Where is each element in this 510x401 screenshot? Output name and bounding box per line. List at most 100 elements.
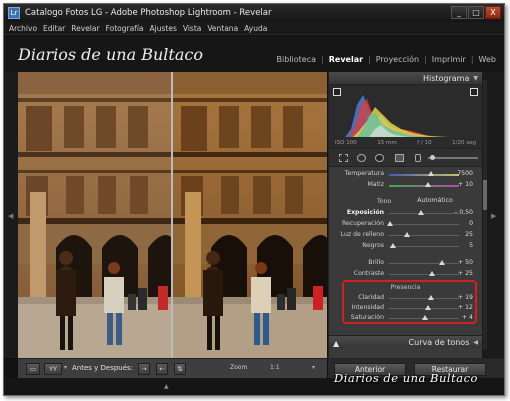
left-panel-collapsed[interactable]: ◀: [4, 72, 18, 358]
brightness-value[interactable]: + 50: [458, 259, 473, 266]
histogram: ISO 100 15 mm f / 10 1/20 seg: [329, 85, 482, 149]
identity-bar: Diarios de una Bultaco Biblioteca | Reve…: [4, 36, 504, 72]
tint-value[interactable]: + 10: [458, 181, 473, 188]
clarity-slider[interactable]: [389, 298, 459, 299]
fill-light-value[interactable]: 25: [465, 231, 473, 238]
maximize-button[interactable]: □: [468, 6, 484, 19]
temperature-row[interactable]: Temperatura 7500: [329, 169, 482, 180]
temperature-slider[interactable]: [389, 174, 459, 176]
exposure-row[interactable]: Exposición – 0,50: [329, 208, 482, 219]
auto-tone-button[interactable]: Automático: [407, 196, 463, 206]
fill-light-row[interactable]: Luz de relleno 25: [329, 230, 482, 241]
exposure-value[interactable]: – 0,50: [454, 209, 473, 216]
menu-archivo[interactable]: Archivo: [9, 24, 37, 33]
vibrance-value[interactable]: + 12: [458, 304, 473, 311]
brightness-row[interactable]: Brillo + 50: [329, 258, 482, 269]
title-bar: Lr Catalogo Fotos LG - Adobe Photoshop L…: [4, 4, 504, 22]
photo-before[interactable]: [18, 72, 171, 358]
copy-before-to-after-icon[interactable]: ⇢: [138, 363, 150, 375]
expand-left-arrow-icon[interactable]: ◀: [8, 212, 13, 220]
brush-icon[interactable]: [415, 154, 421, 162]
collapse-triangle-icon[interactable]: ▼: [473, 75, 478, 82]
module-revelar[interactable]: Revelar: [329, 55, 363, 64]
histogram-header[interactable]: Histograma ▼: [329, 72, 482, 85]
exposure-knob[interactable]: [418, 210, 425, 215]
contrast-slider[interactable]: [389, 274, 459, 275]
close-button[interactable]: X: [485, 6, 501, 19]
crop-tool-icon[interactable]: [339, 154, 348, 162]
saturation-row[interactable]: Saturación + 4: [329, 313, 482, 324]
fill-light-knob[interactable]: [403, 232, 410, 237]
recovery-row[interactable]: Recuperación 0: [329, 219, 482, 230]
contrast-knob[interactable]: [429, 271, 436, 276]
contrast-value[interactable]: + 25: [458, 270, 473, 277]
develop-right-panel: Histograma ▼ ISO 100 15 mm f / 10 1/20 s…: [328, 72, 482, 358]
module-proyeccion[interactable]: Proyección: [376, 55, 419, 64]
temperature-value[interactable]: 7500: [457, 170, 473, 177]
tool-slider[interactable]: [428, 155, 478, 160]
blacks-slider[interactable]: [389, 246, 459, 247]
recovery-knob[interactable]: [387, 221, 394, 226]
copy-after-to-before-icon[interactable]: ⇠: [156, 363, 168, 375]
temperature-knob[interactable]: [428, 171, 434, 176]
recovery-value[interactable]: 0: [469, 220, 473, 227]
module-web[interactable]: Web: [479, 55, 496, 64]
panel-toggle-icon[interactable]: ▲: [333, 339, 339, 348]
clarity-value[interactable]: + 19: [458, 294, 473, 301]
develop-toolbar: ▭ YY ▾ Antes y Después: ⇢ ⇠ ⇅ Zoom 1:1 ▾: [18, 358, 327, 378]
vibrance-slider[interactable]: [389, 308, 459, 309]
blacks-value[interactable]: 5: [469, 242, 473, 249]
expand-filmstrip-icon[interactable]: ▲: [164, 383, 169, 390]
menu-ajustes[interactable]: Ajustes: [150, 24, 177, 33]
collapse-right-arrow-icon[interactable]: ▶: [491, 212, 496, 220]
red-eye-icon[interactable]: [375, 154, 384, 162]
graduated-filter-icon[interactable]: [395, 154, 404, 162]
saturation-value[interactable]: + 4: [462, 314, 473, 321]
menu-vista[interactable]: Vista: [183, 24, 202, 33]
tone-label: Tono: [377, 198, 392, 205]
lightroom-window: Lr Catalogo Fotos LG - Adobe Photoshop L…: [3, 3, 505, 396]
fill-light-slider[interactable]: [389, 235, 459, 236]
contrast-row[interactable]: Contraste + 25: [329, 269, 482, 280]
recovery-slider[interactable]: [389, 224, 459, 225]
blacks-row[interactable]: Negros 5: [329, 241, 482, 252]
module-imprimir[interactable]: Imprimir: [432, 55, 466, 64]
tone-curve-header[interactable]: ▲ Curva de tonos ◀: [329, 335, 482, 348]
recovery-label: Recuperación: [341, 220, 384, 227]
panel-scrollbar[interactable]: [483, 80, 487, 350]
menu-bar: Archivo Editar Revelar Fotografía Ajuste…: [4, 22, 504, 35]
menu-ayuda[interactable]: Ayuda: [244, 24, 267, 33]
saturation-knob[interactable]: [422, 315, 429, 320]
swap-icon[interactable]: ⇅: [174, 363, 186, 375]
zoom-value[interactable]: 1:1: [270, 364, 280, 371]
menu-fotografia[interactable]: Fotografía: [106, 24, 144, 33]
tint-row[interactable]: Matiz + 10: [329, 180, 482, 191]
view-dropdown-icon[interactable]: ▾: [64, 364, 67, 371]
window-controls: _ □ X: [451, 6, 501, 19]
before-after-view-button[interactable]: YY: [44, 363, 62, 375]
expand-triangle-icon[interactable]: ◀: [473, 339, 478, 346]
module-separator: |: [470, 55, 474, 64]
clarity-label: Claridad: [358, 294, 384, 301]
toolbar-menu-icon[interactable]: ▾: [312, 364, 315, 371]
exif-info: ISO 100 15 mm f / 10 1/20 seg: [329, 140, 482, 146]
tint-knob[interactable]: [424, 182, 431, 187]
blacks-knob[interactable]: [389, 243, 396, 248]
menu-editar[interactable]: Editar: [43, 24, 65, 33]
temperature-label: Temperatura: [344, 170, 384, 177]
basic-panel: Temperatura 7500 Matiz + 10 Tono Automát…: [329, 167, 482, 344]
menu-ventana[interactable]: Ventana: [207, 24, 238, 33]
scrollbar-thumb[interactable]: [483, 180, 487, 210]
menu-revelar[interactable]: Revelar: [71, 24, 99, 33]
minimize-button[interactable]: _: [451, 6, 467, 19]
module-biblioteca[interactable]: Biblioteca: [277, 55, 317, 64]
blacks-label: Negros: [362, 242, 384, 249]
brightness-slider[interactable]: [389, 263, 459, 264]
vibrance-knob[interactable]: [425, 305, 432, 310]
clarity-knob[interactable]: [428, 295, 434, 300]
brightness-knob[interactable]: [438, 260, 445, 265]
photo-after[interactable]: [173, 72, 327, 358]
spot-removal-icon[interactable]: [357, 154, 366, 162]
module-separator: |: [424, 55, 427, 64]
loupe-view-icon[interactable]: ▭: [26, 363, 40, 375]
